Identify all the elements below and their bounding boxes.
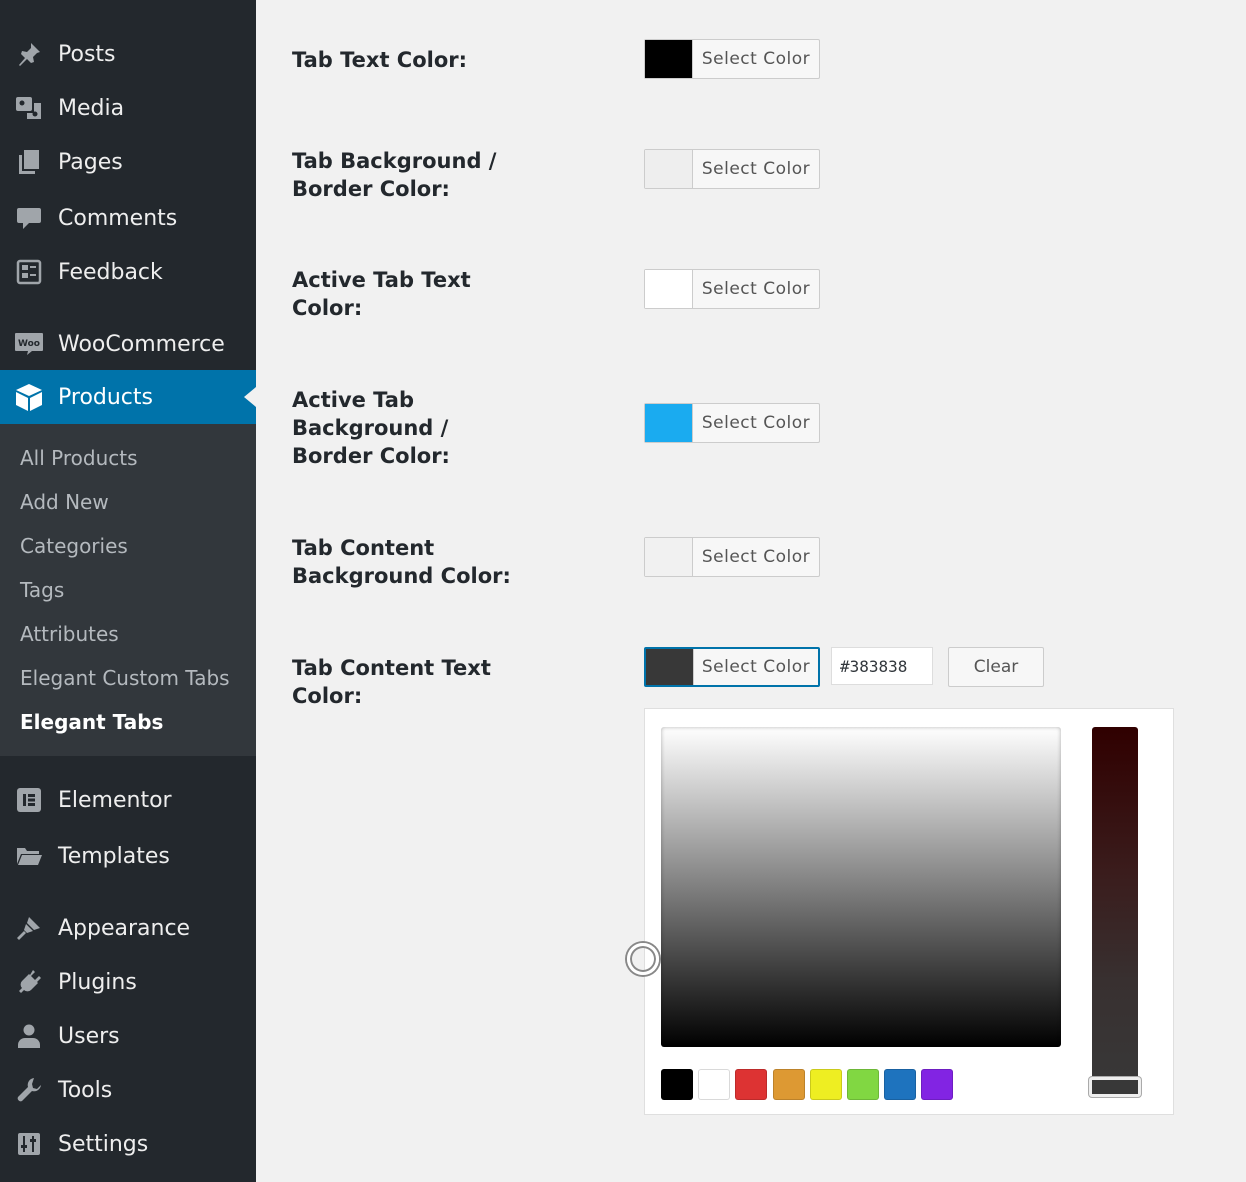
woo-icon: Woo: [14, 329, 44, 359]
select-color-label: Select Color: [701, 159, 811, 179]
menu-label: Posts: [58, 41, 116, 67]
palette-swatch[interactable]: [735, 1069, 768, 1100]
color-swatch: [645, 404, 693, 442]
clear-color-button[interactable]: Clear: [948, 647, 1044, 687]
select-color-button-tab-text[interactable]: Select Color: [644, 39, 820, 79]
palette-swatch[interactable]: [809, 1069, 842, 1100]
palette-swatch[interactable]: [661, 1069, 693, 1100]
menu-woocommerce[interactable]: Woo WooCommerce: [0, 317, 256, 371]
comment-icon: [14, 203, 44, 233]
menu-label: Comments: [58, 205, 178, 231]
submenu-categories[interactable]: Categories: [20, 531, 128, 561]
palette-swatch[interactable]: [698, 1069, 731, 1100]
active-menu-arrow: [244, 387, 256, 407]
menu-appearance[interactable]: Appearance: [0, 901, 256, 955]
menu-label: Users: [58, 1023, 120, 1049]
submenu-add-new[interactable]: Add New: [20, 487, 109, 517]
setting-label-tab-content-background-color: Tab Content Background Color:: [292, 536, 511, 588]
hue-slider-handle[interactable]: [1089, 1077, 1141, 1097]
menu-elementor[interactable]: Elementor: [0, 773, 256, 827]
submenu-elegant-tabs[interactable]: Elegant Tabs: [20, 707, 163, 737]
setting-label-tab-text-color: Tab Text Color:: [292, 48, 468, 72]
menu-label: Pages: [58, 149, 123, 175]
pushpin-icon: [14, 39, 44, 69]
menu-label: Plugins: [58, 969, 137, 995]
menu-label: Templates: [58, 843, 170, 869]
select-color-label: Select Color: [701, 413, 811, 433]
hex-color-input[interactable]: [831, 647, 933, 685]
menu-posts[interactable]: Posts: [0, 27, 256, 81]
submenu-elegant-custom-tabs[interactable]: Elegant Custom Tabs: [20, 663, 230, 693]
color-swatch: [645, 538, 693, 576]
setting-label-tab-background-border-color: Tab Background / Border Color:: [292, 149, 497, 201]
menu-media[interactable]: Media: [0, 81, 256, 135]
menu-label: WooCommerce: [58, 331, 225, 357]
pages-icon: [14, 147, 44, 177]
wrench-icon: [14, 1075, 44, 1105]
palette-swatch[interactable]: [772, 1069, 805, 1100]
menu-label: Feedback: [58, 259, 163, 285]
select-color-button-active-tab-background[interactable]: Select Color: [644, 403, 820, 443]
select-color-label: Select Color: [701, 657, 811, 677]
palette-swatch[interactable]: [884, 1069, 917, 1100]
palette-swatch[interactable]: [921, 1069, 954, 1100]
color-picker-panel: [627, 708, 1174, 1115]
saturation-lightness-square[interactable]: [661, 727, 1061, 1047]
plug-icon: [14, 967, 44, 997]
menu-pages[interactable]: Pages: [0, 135, 256, 189]
submenu-attributes[interactable]: Attributes: [20, 619, 119, 649]
menu-comments[interactable]: Comments: [0, 191, 256, 245]
menu-label: Appearance: [58, 915, 191, 941]
menu-feedback[interactable]: Feedback: [0, 245, 256, 299]
setting-label-active-tab-background-border-color: Active Tab Background / Border Color:: [292, 388, 450, 468]
brush-icon: [14, 913, 44, 943]
submenu-tags[interactable]: Tags: [20, 575, 64, 605]
user-icon: [14, 1021, 44, 1051]
sliders-icon: [14, 1129, 44, 1159]
admin-sidebar: Posts Media Pages Comments Feedback Woo …: [0, 0, 256, 1182]
setting-label-tab-content-text-color: Tab Content Text Color:: [292, 656, 491, 708]
color-swatch: [645, 270, 693, 308]
menu-label: Products: [58, 384, 153, 410]
elementor-icon: [14, 785, 44, 815]
select-color-label: Select Color: [701, 279, 811, 299]
feedback-icon: [14, 257, 44, 287]
woo-icon-text: Woo: [18, 339, 40, 349]
color-swatch: [645, 40, 693, 78]
menu-products[interactable]: Products: [0, 370, 256, 424]
select-color-button-active-tab-text[interactable]: Select Color: [644, 269, 820, 309]
color-picker-handle[interactable]: [627, 943, 659, 975]
menu-settings[interactable]: Settings: [0, 1117, 256, 1171]
menu-label: Elementor: [58, 787, 172, 813]
box-icon: [14, 382, 44, 412]
hue-slider[interactable]: [1092, 727, 1138, 1089]
menu-label: Tools: [58, 1077, 113, 1103]
menu-users[interactable]: Users: [0, 1009, 256, 1063]
select-color-label: Select Color: [701, 49, 811, 69]
select-color-button-tab-content-background[interactable]: Select Color: [644, 537, 820, 577]
media-icon: [14, 93, 44, 123]
folder-icon: [14, 841, 44, 871]
menu-label: Settings: [58, 1131, 149, 1157]
submenu-all-products[interactable]: All Products: [20, 443, 138, 473]
menu-label: Media: [58, 95, 125, 121]
color-swatch: [646, 649, 694, 685]
color-swatch: [645, 150, 693, 188]
select-color-button-tab-background[interactable]: Select Color: [644, 149, 820, 189]
menu-plugins[interactable]: Plugins: [0, 955, 256, 1009]
select-color-button-tab-content-text[interactable]: Select Color: [644, 647, 820, 687]
menu-templates[interactable]: Templates: [0, 829, 256, 883]
palette-swatch[interactable]: [847, 1069, 879, 1100]
menu-tools[interactable]: Tools: [0, 1063, 256, 1117]
select-color-label: Select Color: [701, 547, 811, 567]
setting-label-active-tab-text-color: Active Tab Text Color:: [292, 268, 471, 320]
products-submenu: All Products Add New Categories Tags Att…: [0, 424, 256, 756]
